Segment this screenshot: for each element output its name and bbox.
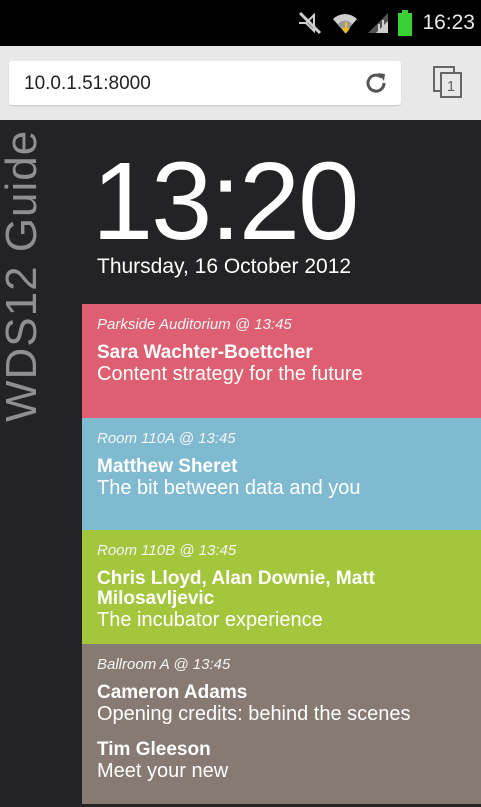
- session-room: Room 110B @ 13:45: [97, 542, 237, 559]
- session-speaker: Chris Lloyd, Alan Downie, Matt Milosavlj…: [97, 568, 375, 609]
- session-speaker: Sara Wachter-Boettcher: [97, 342, 313, 363]
- session-talk: Content strategy for the future: [97, 363, 363, 385]
- browser-toolbar: 10.0.1.51:8000 1: [0, 46, 481, 120]
- session-room: Ballroom A @ 13:45: [97, 656, 231, 673]
- signal-icon: [366, 11, 390, 35]
- tabs-button[interactable]: 1: [430, 64, 466, 100]
- session-card[interactable]: Ballroom A @ 13:45 Cameron Adams Opening…: [82, 644, 481, 804]
- session-card[interactable]: Room 110A @ 13:45 Matthew Sheret The bit…: [82, 418, 481, 530]
- mute-icon: [296, 11, 324, 35]
- session-speaker-2: Tim Gleeson: [97, 739, 211, 760]
- session-room: Parkside Auditorium @ 13:45: [97, 316, 292, 333]
- status-icons: 16:23: [296, 0, 475, 46]
- side-title: WDS12 Guide: [0, 129, 46, 422]
- session-list: Parkside Auditorium @ 13:45 Sara Wachter…: [82, 304, 481, 804]
- session-talk-2: Meet your new: [97, 760, 229, 782]
- status-clock: 16:23: [422, 11, 475, 34]
- session-talk: Opening credits: behind the scenes: [97, 703, 411, 725]
- session-card[interactable]: Parkside Auditorium @ 13:45 Sara Wachter…: [82, 304, 481, 418]
- current-date: Thursday, 16 October 2012: [97, 255, 352, 278]
- address-bar[interactable]: 10.0.1.51:8000: [9, 61, 401, 105]
- status-bar: 16:23: [0, 0, 481, 46]
- session-room: Room 110A @ 13:45: [97, 430, 236, 447]
- reload-icon[interactable]: [363, 70, 389, 96]
- session-talk: The bit between data and you: [97, 477, 361, 499]
- session-speaker: Matthew Sheret: [97, 456, 238, 477]
- session-card[interactable]: Room 110B @ 13:45 Chris Lloyd, Alan Down…: [82, 530, 481, 644]
- session-talk: The incubator experience: [97, 609, 323, 631]
- tab-count: 1: [447, 78, 455, 95]
- app-content: WDS12 Guide 13:20 Thursday, 16 October 2…: [0, 120, 481, 807]
- url-text[interactable]: 10.0.1.51:8000: [24, 73, 151, 95]
- session-speaker: Cameron Adams: [97, 682, 248, 703]
- wifi-icon: [332, 11, 358, 35]
- battery-icon: [398, 10, 413, 36]
- current-time: 13:20: [92, 140, 359, 263]
